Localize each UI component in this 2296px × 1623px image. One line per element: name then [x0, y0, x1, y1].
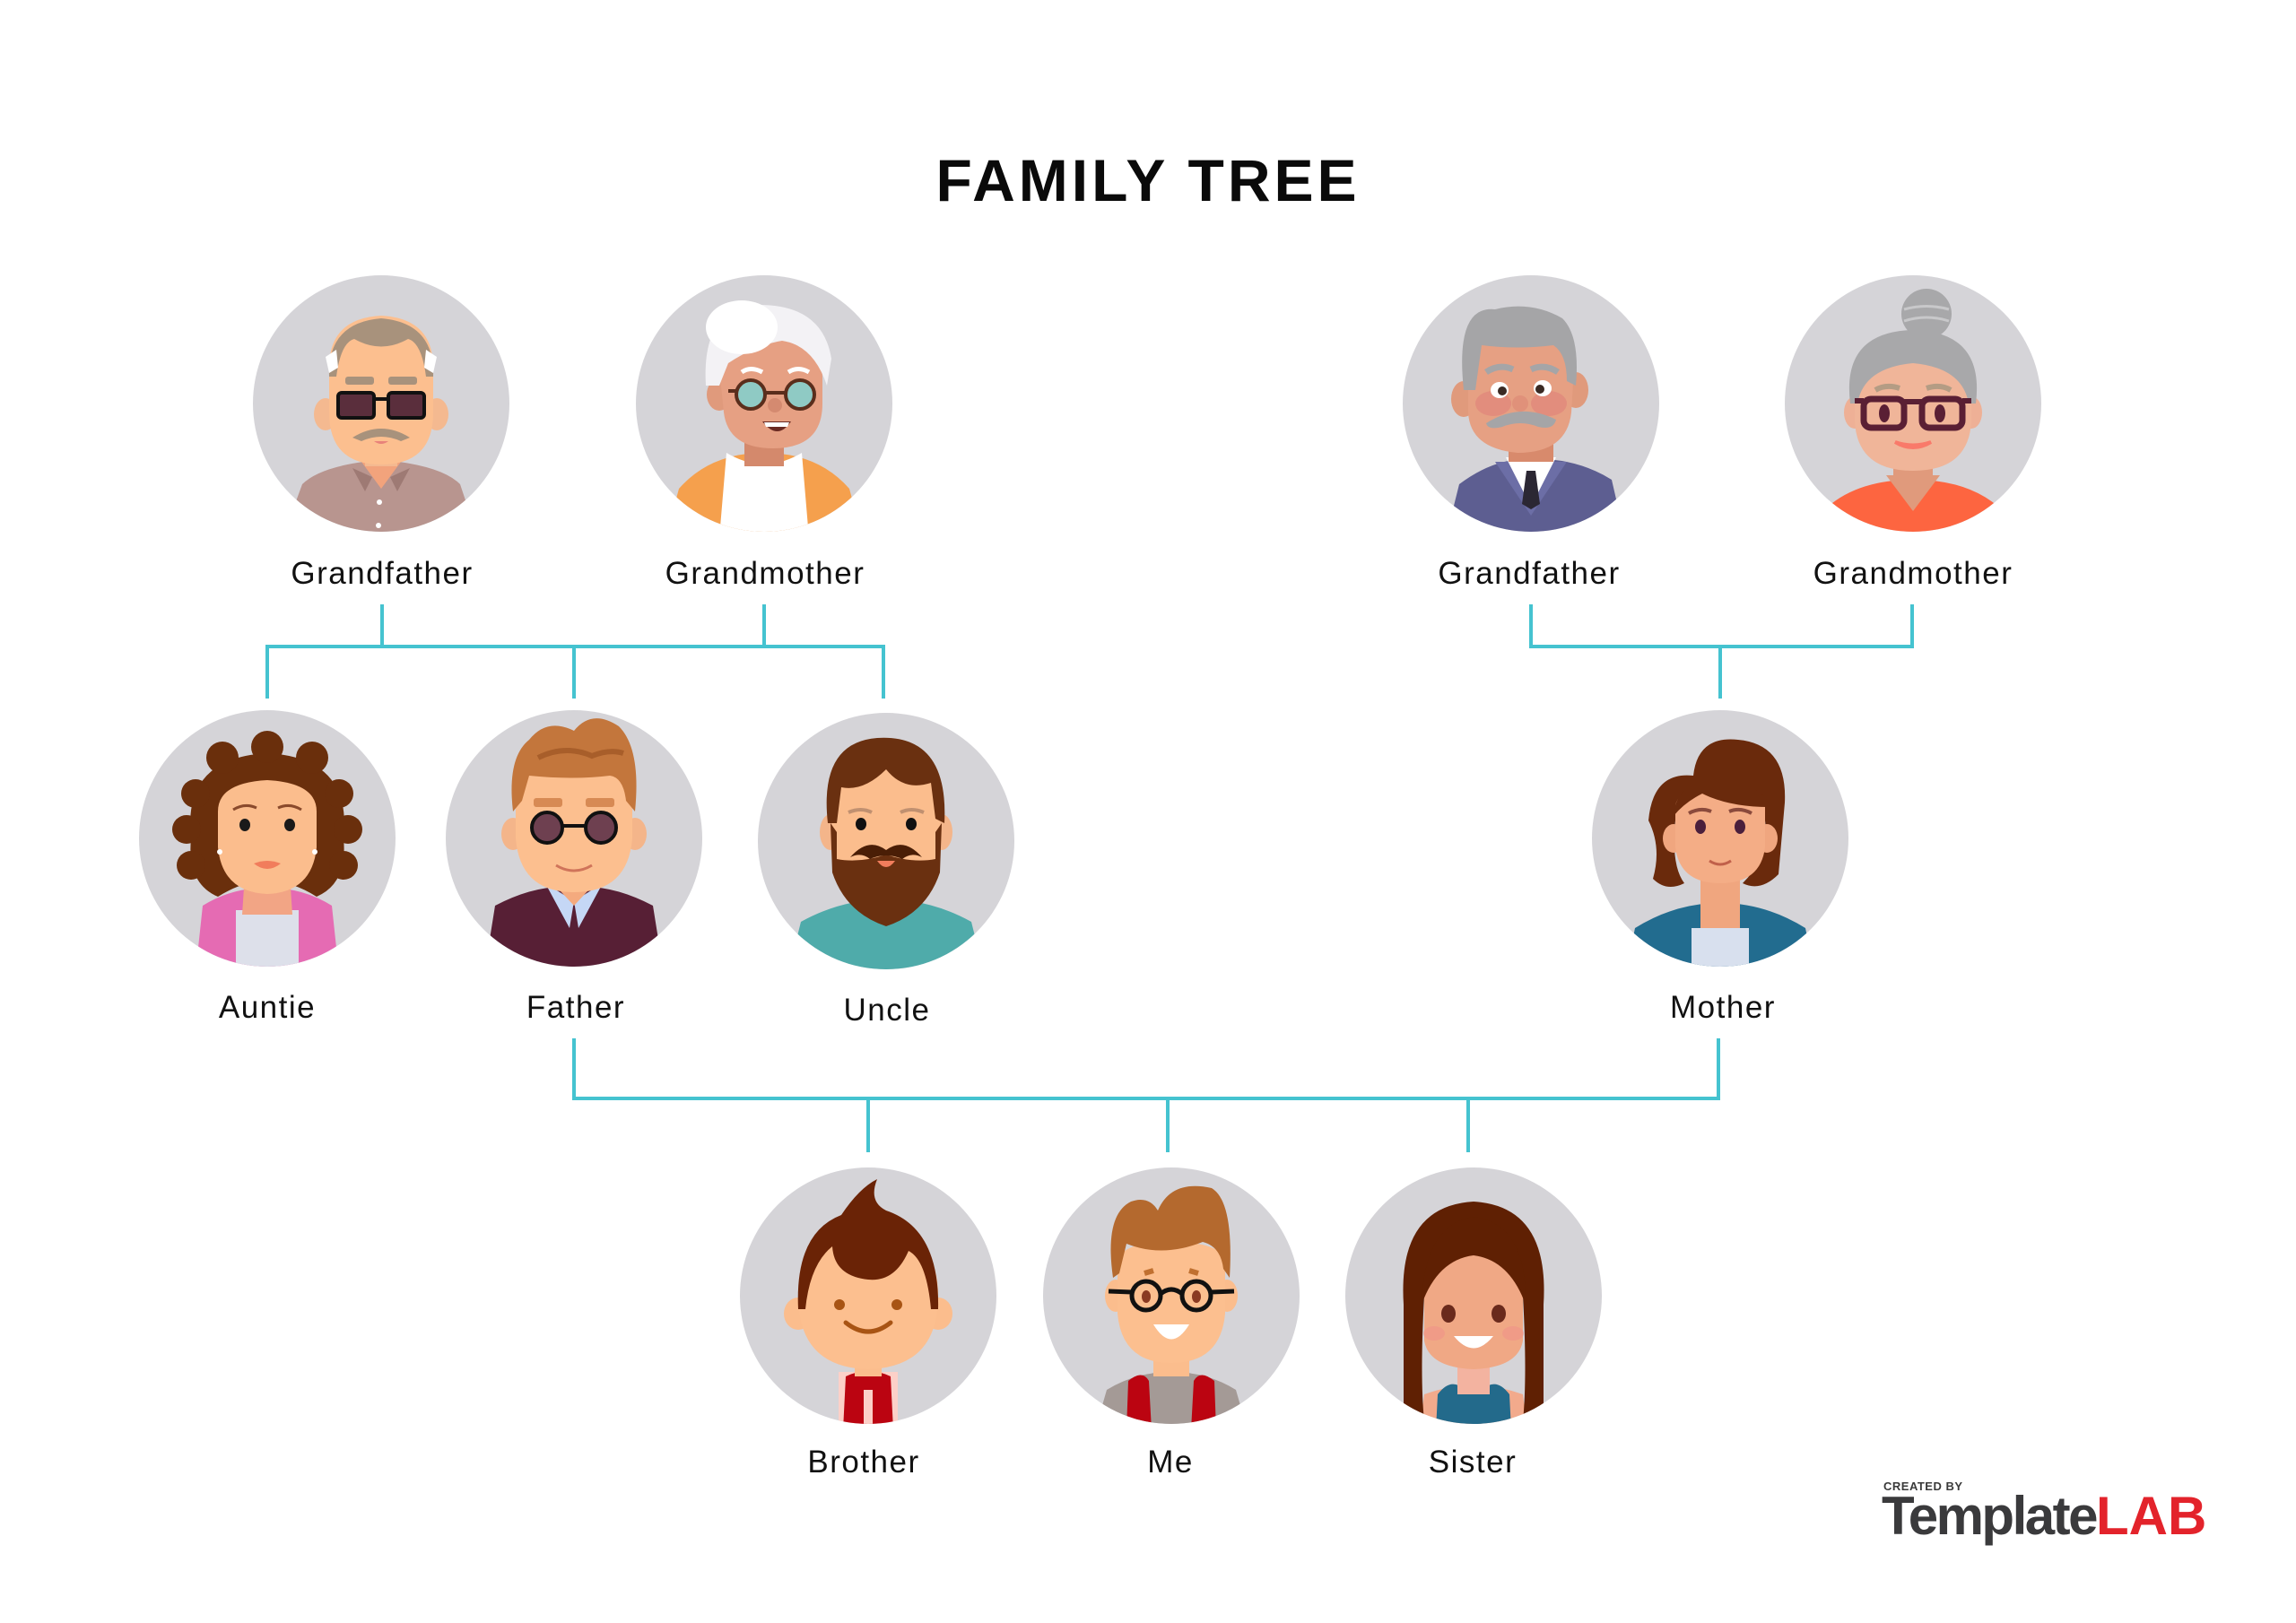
label-auntie: Auntie	[218, 990, 317, 1025]
label-brother: Brother	[807, 1445, 920, 1480]
connector-maternal-grandparents-to-mother	[1529, 604, 1914, 699]
avatar-maternal-grandmother[interactable]	[1785, 275, 2041, 538]
label-father: Father	[526, 990, 626, 1025]
connector-parents-to-children	[572, 1038, 1720, 1152]
label-sister: Sister	[1428, 1445, 1518, 1480]
avatar-brother[interactable]	[740, 1167, 996, 1435]
label-uncle: Uncle	[843, 993, 931, 1028]
label-maternal-grandfather: Grandfather	[1438, 556, 1621, 591]
label-paternal-grandmother: Grandmother	[665, 556, 865, 591]
avatar-sister[interactable]	[1345, 1167, 1602, 1430]
label-mother: Mother	[1670, 990, 1776, 1025]
connector-paternal-grandparents-to-children	[265, 604, 885, 699]
label-maternal-grandmother: Grandmother	[1813, 556, 2013, 591]
logo-brand-part1: Template	[1882, 1486, 2098, 1546]
avatar-maternal-grandfather[interactable]	[1403, 275, 1659, 538]
logo-wordmark: TemplateLAB	[1882, 1487, 2206, 1546]
avatar-father[interactable]	[446, 710, 702, 973]
templatelab-logo[interactable]: CREATED BY TemplateLAB	[1882, 1480, 2222, 1551]
logo-brand-part2: LAB	[2095, 1486, 2207, 1546]
label-me: Me	[1147, 1445, 1194, 1480]
family-tree-diagram	[139, 275, 2041, 1435]
label-paternal-grandfather: Grandfather	[291, 556, 474, 591]
page-title: FAMILY TREE	[935, 147, 1361, 213]
avatar-uncle[interactable]	[758, 713, 1014, 976]
avatar-me[interactable]	[1043, 1167, 1300, 1430]
avatar-paternal-grandfather[interactable]	[253, 275, 509, 538]
avatar-auntie[interactable]	[139, 710, 396, 982]
avatar-mother[interactable]	[1592, 710, 1848, 973]
avatar-paternal-grandmother[interactable]	[636, 275, 892, 538]
